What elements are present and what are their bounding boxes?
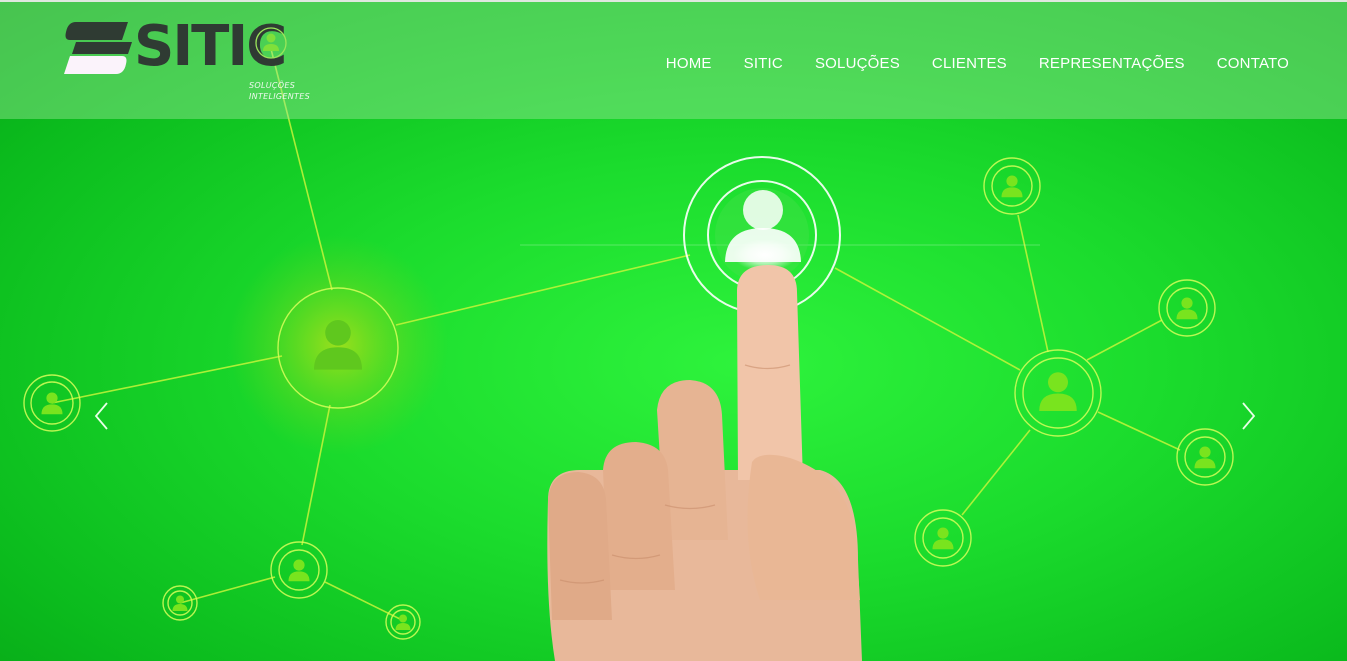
nav-home[interactable]: HOME [666,55,712,72]
site-header: SITIC SOLUÇÕES INTELIGENTES HOME SITIC S… [0,0,1347,119]
nav-representacoes[interactable]: REPRESENTAÇÕES [1039,55,1185,72]
logo[interactable]: SITIC SOLUÇÕES INTELIGENTES [62,14,322,111]
nav-clientes[interactable]: CLIENTES [932,55,1007,72]
brand-tagline: SOLUÇÕES INTELIGENTES [249,80,310,102]
main-nav: HOME SITIC SOLUÇÕES CLIENTES REPRESENTAÇ… [666,55,1289,72]
nav-contato[interactable]: CONTATO [1217,55,1289,72]
nav-sitic[interactable]: SITIC [744,55,783,72]
hand-icon [547,265,862,661]
brand-tagline-line2: INTELIGENTES [249,92,310,101]
slider-next-button[interactable] [1238,400,1258,432]
brand-tagline-line1: SOLUÇÕES [249,81,296,90]
nav-solucoes[interactable]: SOLUÇÕES [815,55,900,72]
user-icon [255,27,287,59]
logo-mark [64,22,132,74]
slider-prev-button[interactable] [92,400,112,432]
chevron-left-icon [94,402,108,430]
chevron-right-icon [1242,402,1256,430]
